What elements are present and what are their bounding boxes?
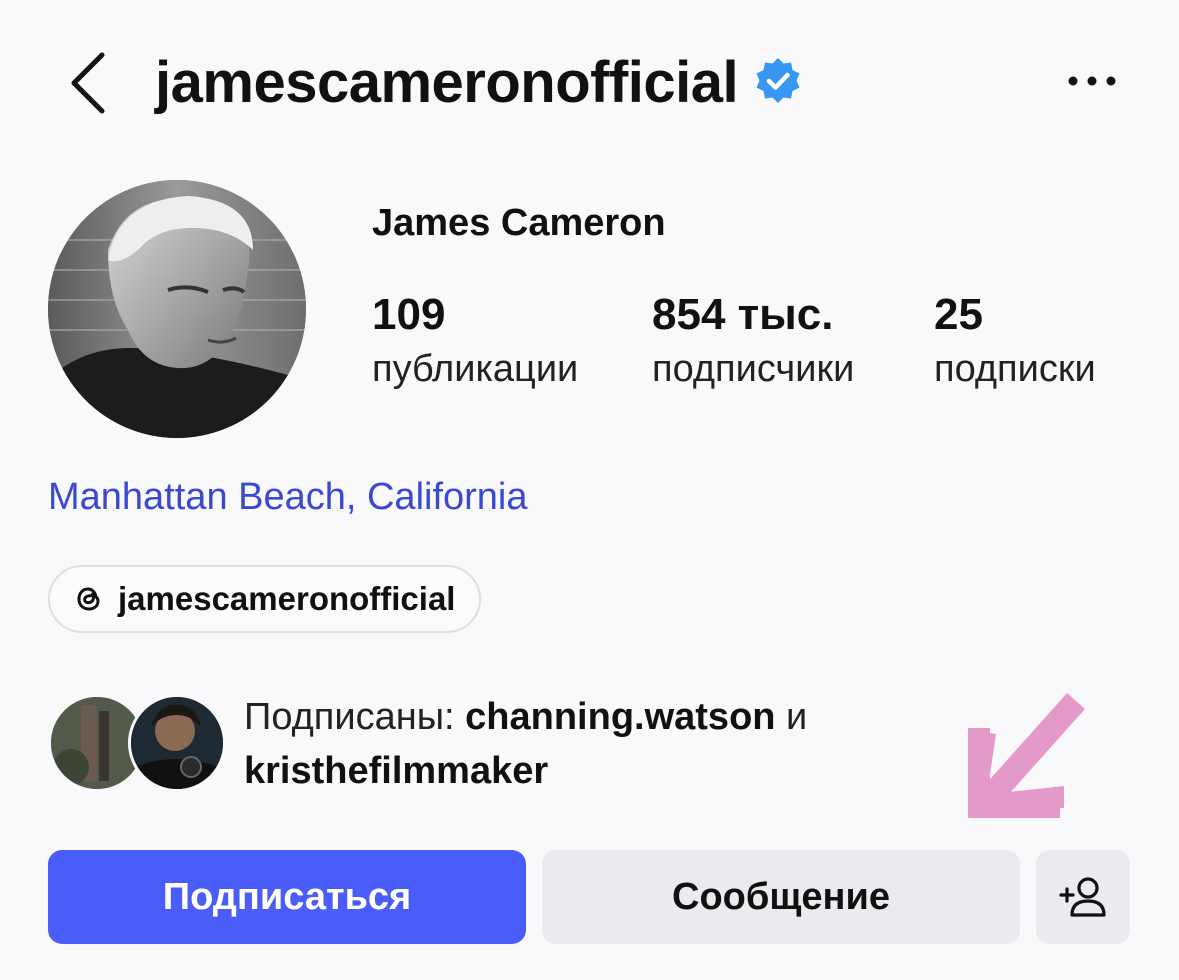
suggested-users-button[interactable]: [1036, 850, 1130, 944]
full-name: James Cameron: [372, 202, 666, 244]
stat-posts[interactable]: 109 публикации: [372, 288, 578, 396]
back-button[interactable]: [58, 48, 118, 118]
stat-following[interactable]: 25 подписки: [934, 288, 1096, 396]
follow-button[interactable]: Подписаться: [48, 850, 526, 944]
stat-posts-count: 109: [372, 290, 446, 339]
more-options-button[interactable]: [1057, 58, 1127, 104]
mutual-user-2[interactable]: kristhefilmmaker: [244, 750, 548, 792]
location-link[interactable]: Manhattan Beach, California: [48, 476, 528, 519]
more-horizontal-icon: [1068, 76, 1116, 86]
header-title: jamescameronofficial: [155, 42, 804, 122]
threads-profile-chip[interactable]: jamescameronofficial: [48, 565, 482, 633]
chevron-left-icon: [71, 52, 105, 114]
stat-followers-label: подписчики: [652, 348, 855, 390]
stat-followers[interactable]: 854 тыс. подписчики: [652, 288, 854, 396]
annotation-arrow-icon: [968, 693, 1085, 818]
add-person-icon: [1059, 877, 1106, 917]
mutual-followers-avatars[interactable]: [48, 694, 226, 792]
threads-icon: [77, 587, 100, 611]
mutual-joiner: и: [775, 696, 808, 738]
stat-following-count: 25: [934, 290, 983, 339]
mutual-followers-text[interactable]: Подписаны: channing.watson и kristhefilmm…: [244, 690, 944, 798]
message-button[interactable]: Сообщение: [542, 850, 1020, 944]
mutual-user-1[interactable]: channing.watson: [465, 696, 775, 738]
avatar-image: [48, 180, 306, 438]
avatar: [128, 694, 226, 792]
stat-posts-label: публикации: [372, 348, 579, 390]
profile-page: jamescameronofficial James Cameron 109 п…: [0, 0, 1179, 980]
username: jamescameronofficial: [155, 49, 739, 115]
verified-badge-icon: [756, 58, 800, 103]
threads-handle: jamescameronofficial: [118, 580, 456, 617]
profile-avatar[interactable]: [48, 180, 306, 438]
stat-followers-count: 854 тыс.: [652, 290, 834, 339]
stat-following-label: подписки: [934, 348, 1096, 390]
mutual-prefix: Подписаны:: [244, 696, 466, 738]
